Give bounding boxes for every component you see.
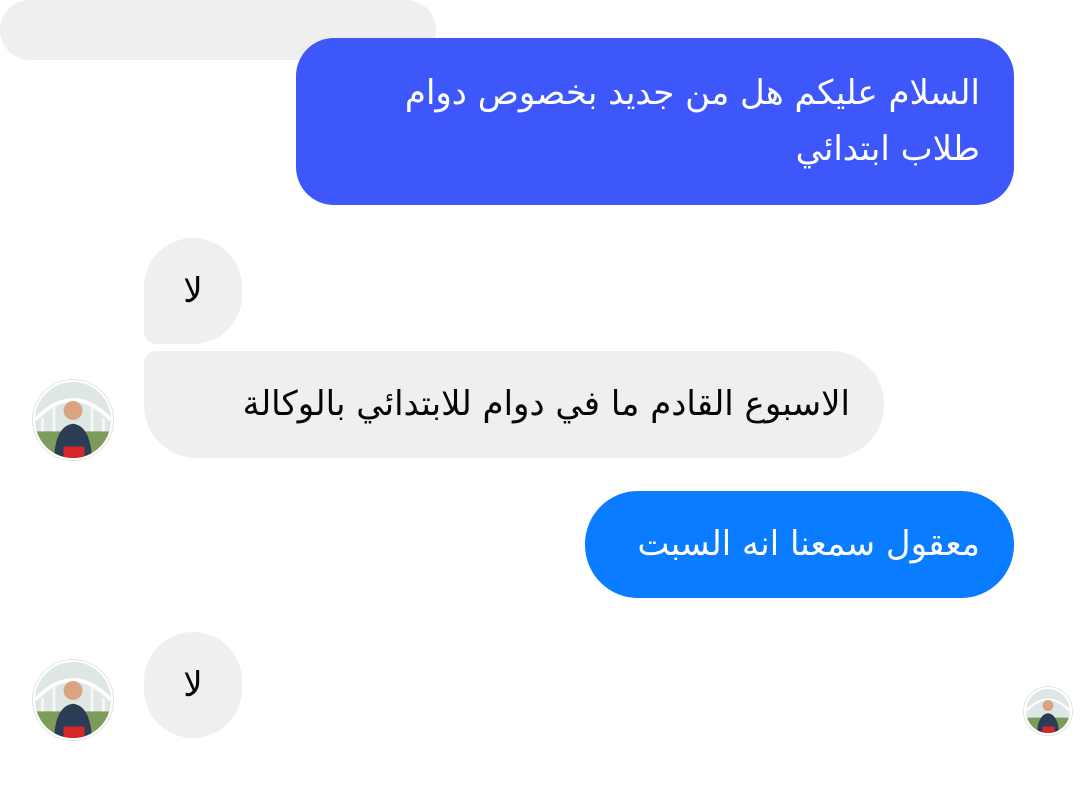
message-text: لا: [183, 665, 203, 705]
outgoing-message-bubble[interactable]: معقول سمعنا انه السبت: [585, 491, 1014, 598]
message-text: معقول سمعنا انه السبت: [637, 524, 980, 564]
read-receipt-avatar-icon: [1024, 687, 1072, 735]
outgoing-message-bubble[interactable]: السلام عليكم هل من جديد بخصوص دوام طلاب …: [296, 38, 1014, 205]
message-text: الاسبوع القادم ما في دوام للابتدائي بالو…: [242, 384, 850, 424]
message-text-line: طلاب ابتدائي: [795, 129, 980, 169]
avatar-photo: [35, 382, 111, 458]
contact-avatar-icon[interactable]: [33, 660, 113, 740]
incoming-message-bubble[interactable]: لا: [144, 632, 242, 738]
avatar-photo: [35, 662, 111, 738]
message-text-line: السلام عليكم هل من جديد بخصوص دوام: [404, 73, 980, 113]
avatar-photo: [1026, 689, 1070, 733]
incoming-message-bubble[interactable]: الاسبوع القادم ما في دوام للابتدائي بالو…: [144, 351, 884, 458]
message-text: لا: [183, 271, 203, 311]
contact-avatar-icon[interactable]: [33, 380, 113, 460]
chat-thread: السلام عليكم هل من جديد بخصوص دوام طلاب …: [0, 0, 1080, 740]
incoming-message-bubble[interactable]: لا: [144, 238, 242, 344]
